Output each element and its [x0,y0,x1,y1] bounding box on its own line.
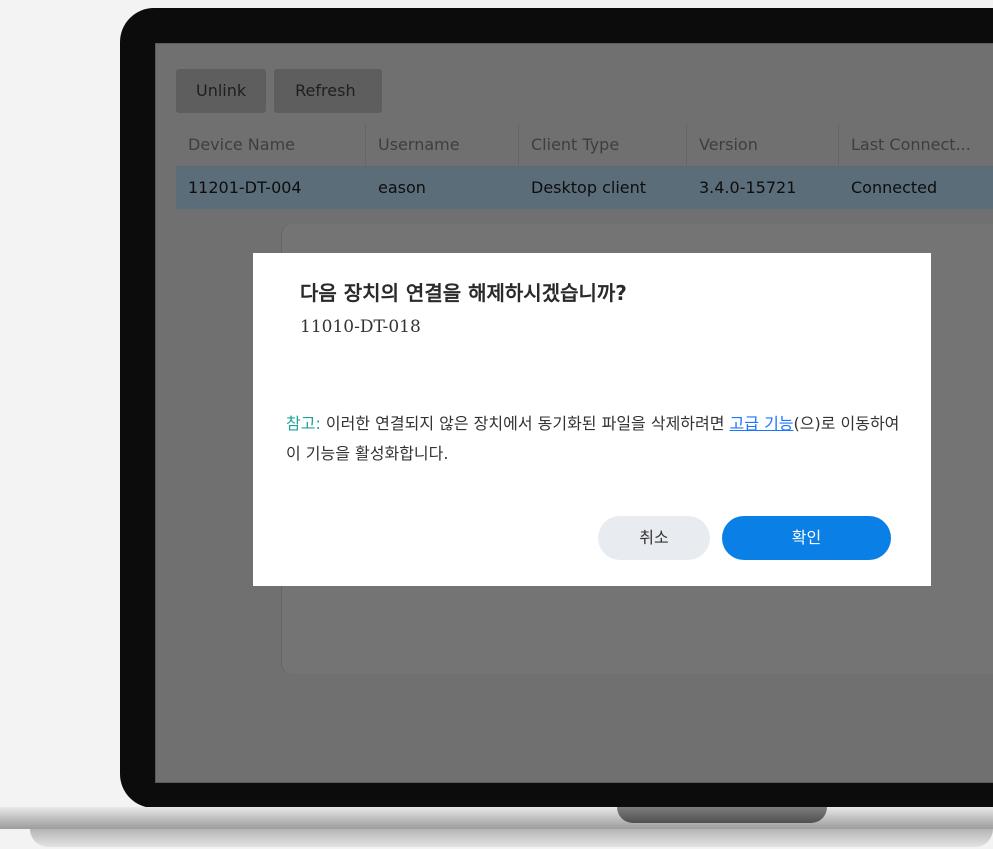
laptop-notch [617,807,827,823]
column-header-client-type[interactable]: Client Type [519,124,687,166]
dialog-note: 참고: 이러한 연결되지 않은 장치에서 동기화된 파일을 삭제하려면 고급 기… [286,409,901,469]
note-label: 참고: [286,414,321,433]
column-header-username[interactable]: Username [366,124,519,166]
table-row[interactable]: 11201-DT-004 eason Desktop client 3.4.0-… [176,167,993,209]
confirm-button[interactable]: 확인 [722,516,891,560]
dialog-device-name: 11010-DT-018 [300,317,421,337]
toolbar: Unlink Refresh [176,69,383,113]
cancel-button[interactable]: 취소 [598,516,710,560]
unlink-confirm-dialog: 다음 장치의 연결을 해제하시겠습니까? 11010-DT-018 참고: 이러… [253,253,931,586]
column-header-device-name[interactable]: Device Name [176,124,366,166]
note-text-before: 이러한 연결되지 않은 장치에서 동기화된 파일을 삭제하려면 [320,414,730,433]
cell-device-name: 11201-DT-004 [188,178,302,197]
laptop-base-shadow [30,829,993,847]
cell-version: 3.4.0-15721 [699,178,797,197]
cell-last-connected: Connected [851,178,938,197]
unlink-button[interactable]: Unlink [176,69,267,113]
cell-client-type: Desktop client [531,178,647,197]
refresh-button[interactable]: Refresh [274,69,383,113]
device-table: Device Name Username Client Type Version… [176,124,993,209]
dialog-actions: 취소 확인 [598,516,891,560]
column-header-version[interactable]: Version [687,124,839,166]
cell-username: eason [378,178,426,197]
table-header: Device Name Username Client Type Version… [176,124,993,167]
dialog-title: 다음 장치의 연결을 해제하시겠습니까? [300,281,627,305]
advanced-features-link[interactable]: 고급 기능 [730,414,794,433]
column-header-last-connected[interactable]: Last Connect... [839,124,993,166]
laptop-base [0,807,993,829]
